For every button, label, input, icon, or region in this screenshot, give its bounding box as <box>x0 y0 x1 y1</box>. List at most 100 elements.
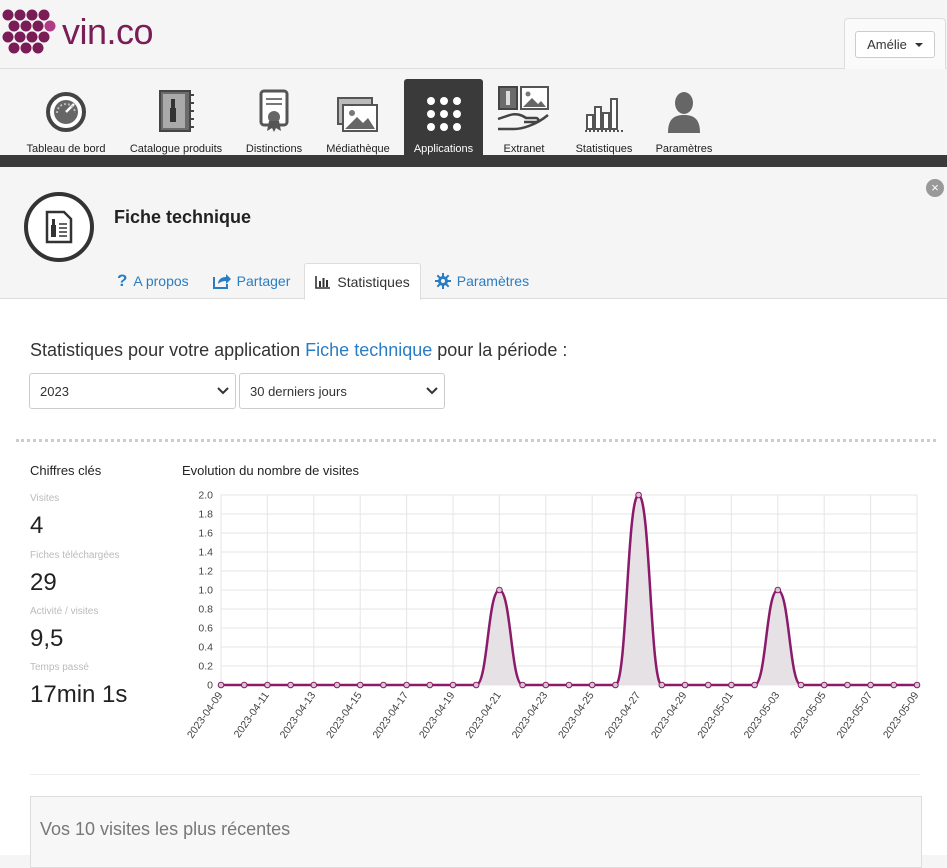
data-point <box>264 681 271 689</box>
data-point <box>426 681 434 689</box>
x-tick-label: 2023-04-17 <box>370 690 411 741</box>
nav-item-parametres[interactable]: Paramètres <box>652 79 716 155</box>
x-tick-label: 2023-04-21 <box>463 690 504 741</box>
visits-chart: 0 0.2 0.4 0.6 0.8 1.0 1.2 1.4 1.6 1.8 2.0 2023-04-0… <box>185 490 922 741</box>
y-tick-label: 1.2 <box>198 566 213 578</box>
app-tabs: ? A propos Partager Statistiques Paramèt… <box>107 263 539 300</box>
section-divider <box>30 774 920 775</box>
document-sheet-icon <box>45 210 73 244</box>
close-icon[interactable]: × <box>926 179 944 197</box>
nav-divider <box>0 155 947 167</box>
data-point <box>658 681 666 689</box>
app-panel: × Fiche technique ? A propos Partager St… <box>0 167 947 868</box>
data-point <box>333 681 341 689</box>
nav-item-statistiques[interactable]: Statistiques <box>570 79 638 155</box>
kpi-value-activite: 9,5 <box>30 625 64 652</box>
kpi-value-visites: 4 <box>30 512 44 539</box>
nav-item-tableau-de-bord[interactable]: Tableau de bord <box>20 79 112 155</box>
x-tick-label: 2023-05-01 <box>695 690 736 741</box>
recent-visits-title: Vos 10 visites les plus récentes <box>40 819 291 839</box>
main-nav: Tableau de bord Catalogue produits Disti… <box>0 69 947 156</box>
app-title: Fiche technique <box>114 207 252 227</box>
extranet-hand-icon <box>497 86 549 131</box>
catalog-book-icon <box>159 90 194 132</box>
media-images-icon <box>337 97 378 132</box>
x-tick-label: 2023-04-23 <box>510 690 551 741</box>
x-tick-label: 2023-05-07 <box>834 690 875 741</box>
kpi-value-fiches: 29 <box>30 569 57 596</box>
y-tick-label: 1.0 <box>198 585 213 597</box>
nav-item-applications[interactable]: Applications <box>404 79 483 155</box>
chevron-down-icon <box>211 387 235 395</box>
app-header: × Fiche technique ? A propos Partager St… <box>0 167 947 300</box>
x-tick-label: 2023-04-15 <box>324 690 365 741</box>
app-icon <box>24 192 94 262</box>
brand-name: vin.co <box>62 11 154 52</box>
y-tick-label: 0.2 <box>198 661 213 673</box>
data-point <box>496 586 503 594</box>
data-point <box>449 681 457 689</box>
y-tick-label: 1.8 <box>198 509 213 521</box>
data-point <box>287 681 294 689</box>
user-menu-button[interactable]: Amélie <box>855 31 935 58</box>
tab-parametres[interactable]: Paramètres <box>425 263 539 298</box>
nav-item-extranet[interactable]: Extranet <box>494 79 554 155</box>
kpi-label-activite: Activité / visites <box>30 606 99 617</box>
grape-logo-icon <box>2 9 56 54</box>
y-tick-label: 0.4 <box>198 642 213 654</box>
data-point <box>751 681 758 689</box>
data-point <box>820 681 828 689</box>
bar-chart-icon <box>315 275 331 289</box>
y-tick-label: 1.6 <box>198 528 213 540</box>
user-menu-tab: Amélie <box>844 18 946 71</box>
tab-statistiques[interactable]: Statistiques <box>304 263 421 300</box>
kpi-label-visites: Visites <box>30 493 60 504</box>
x-tick-label: 2023-04-11 <box>232 690 272 740</box>
x-tick-label: 2023-05-09 <box>881 690 922 741</box>
data-point <box>681 681 689 689</box>
data-point <box>704 681 712 689</box>
y-tick-label: 0.8 <box>198 604 213 616</box>
year-select[interactable]: 2023 <box>29 373 236 409</box>
y-tick-label: 0.6 <box>198 623 213 635</box>
y-tick-label: 0 <box>207 680 213 692</box>
kpi-label-temps: Temps passé <box>30 662 89 673</box>
data-point <box>588 681 596 689</box>
top-bar: vin.co Amélie <box>0 0 947 71</box>
data-point <box>635 491 642 499</box>
tab-partager[interactable]: Partager <box>203 263 301 298</box>
kpi-title: Chiffres clés <box>30 463 102 478</box>
brand-logo[interactable]: vin.co <box>0 6 154 58</box>
bar-chart-icon <box>585 98 623 132</box>
x-tick-label: 2023-05-05 <box>788 690 829 741</box>
tab-a-propos[interactable]: ? A propos <box>107 263 199 298</box>
data-point <box>797 681 805 689</box>
nav-item-distinctions[interactable]: Distinctions <box>242 79 306 155</box>
data-point <box>403 681 410 689</box>
recent-visits-box: Vos 10 visites les plus récentes <box>30 796 922 868</box>
nav-item-mediatheque[interactable]: Médiathèque <box>322 79 394 155</box>
caret-down-icon <box>914 42 923 47</box>
gear-icon <box>434 272 451 289</box>
x-tick-label: 2023-04-13 <box>278 690 319 741</box>
dashboard-gauge-icon <box>46 92 86 132</box>
nav-item-catalogue-produits[interactable]: Catalogue produits <box>126 79 226 155</box>
award-certificate-icon <box>259 89 289 132</box>
data-point <box>844 681 851 689</box>
data-point <box>612 681 619 689</box>
user-name: Amélie <box>867 37 907 52</box>
stats-heading-app-link[interactable]: Fiche technique <box>305 340 432 360</box>
x-tick-label: 2023-04-19 <box>417 690 458 741</box>
y-tick-label: 2.0 <box>198 490 213 502</box>
data-point <box>774 586 782 594</box>
data-point <box>240 681 248 689</box>
apps-grid-icon <box>426 97 461 131</box>
dotted-separator <box>16 439 936 442</box>
data-point <box>542 681 550 689</box>
stats-heading: Statistiques pour votre application Fich… <box>30 340 568 360</box>
y-tick-label: 1.4 <box>198 547 213 559</box>
data-point <box>217 681 225 689</box>
x-tick-label: 2023-04-09 <box>185 690 226 741</box>
period-select[interactable]: 30 derniers jours <box>239 373 445 409</box>
data-point <box>380 681 387 689</box>
